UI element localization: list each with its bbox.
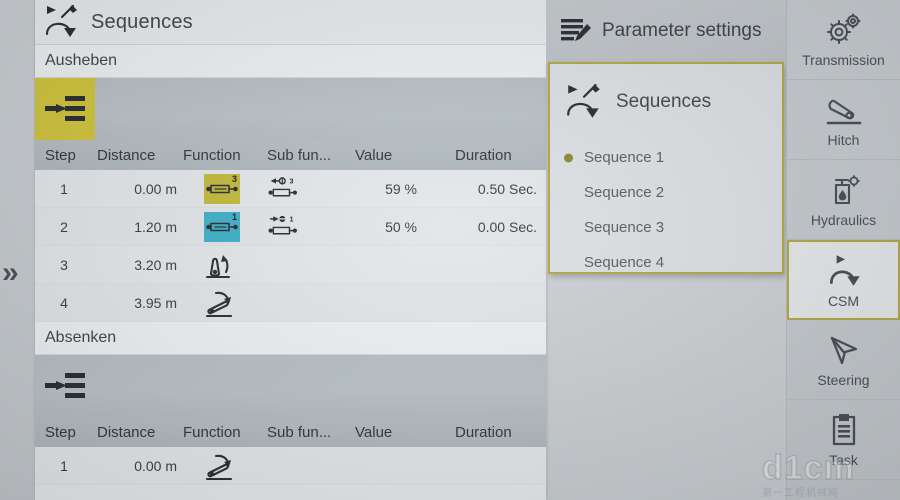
sidebar-item-label: Transmission bbox=[802, 52, 885, 68]
gears-icon bbox=[824, 11, 864, 49]
sidebar-item-label: Steering bbox=[817, 372, 870, 388]
function-index: 3 bbox=[231, 173, 237, 184]
group-label-raise: Ausheben bbox=[35, 45, 546, 78]
col-duration: Duration bbox=[455, 423, 512, 441]
col-step: Step bbox=[45, 423, 76, 441]
cell-distance: 0.00 m bbox=[134, 457, 177, 474]
col-function: Function bbox=[183, 146, 241, 164]
sidebar-item-label: Task bbox=[829, 452, 858, 468]
table-row[interactable]: 3 3.20 m bbox=[35, 246, 546, 284]
sidebar-item-steering[interactable]: Steering bbox=[787, 320, 900, 400]
sequence-item-label: Sequence 2 bbox=[584, 184, 665, 201]
col-duration: Duration bbox=[455, 146, 512, 164]
sequence-list-item-3[interactable]: Sequence 3 bbox=[550, 210, 782, 245]
col-subfunction: Sub fun... bbox=[267, 146, 332, 164]
hitch-lower-icon bbox=[205, 288, 239, 318]
sidebar-item-label: Hydraulics bbox=[810, 212, 877, 228]
sidebar-item-label: CSM bbox=[827, 292, 860, 309]
table-row[interactable]: 4 3.95 m bbox=[35, 284, 546, 322]
cell-step: 2 bbox=[60, 218, 68, 235]
cell-step: 3 bbox=[60, 256, 68, 273]
cell-function[interactable] bbox=[183, 250, 261, 280]
col-step: Step bbox=[45, 146, 76, 164]
col-value: Value bbox=[355, 423, 393, 441]
col-distance: Distance bbox=[97, 423, 156, 441]
sidebar-item-transmission[interactable]: Transmission bbox=[787, 0, 900, 80]
insert-step-icon[interactable] bbox=[35, 355, 95, 417]
col-distance: Distance bbox=[97, 146, 156, 164]
sidebar-item-hitch[interactable]: Hitch bbox=[787, 80, 900, 160]
selected-bullet-icon bbox=[564, 153, 573, 162]
cell-subfunction[interactable]: 1 bbox=[261, 212, 353, 242]
cell-subfunction[interactable]: 3 bbox=[261, 174, 353, 204]
table-row[interactable]: 1 0.00 m bbox=[35, 447, 546, 485]
steering-pointer-icon bbox=[824, 331, 864, 369]
page-title: Sequences bbox=[91, 10, 193, 33]
hydraulic-cylinder-icon: 1 bbox=[204, 211, 240, 242]
double-chevron-right-icon[interactable]: » bbox=[2, 258, 19, 288]
function-index: 1 bbox=[231, 211, 237, 222]
table-row[interactable]: 2 1.20 m 1 1 50 % 0.00 Sec. bbox=[35, 208, 546, 246]
sequence-arrow-icon bbox=[824, 252, 864, 290]
sidebar-item-task[interactable]: Task bbox=[787, 400, 900, 480]
cell-duration: 0.00 Sec. bbox=[477, 218, 537, 235]
sequence-edit-icon bbox=[564, 83, 604, 121]
left-rail: » bbox=[0, 0, 34, 500]
cell-distance: 3.20 m bbox=[134, 256, 177, 273]
col-subfunction: Sub fun... bbox=[267, 423, 332, 441]
right-sidebar: Transmission Hitch Hydraulics CSM Steeri… bbox=[786, 0, 900, 500]
panel-title-bar: Sequences bbox=[35, 0, 546, 45]
cylinder-extend-icon: 1 bbox=[267, 212, 303, 242]
cell-distance: 0.00 m bbox=[134, 180, 177, 197]
table-row[interactable]: 1 0.00 m 3 3 59 % 0.50 Sec. bbox=[35, 170, 546, 208]
cell-step: 1 bbox=[60, 457, 68, 474]
table-header-raise: Step Distance Function Sub fun... Value … bbox=[35, 140, 546, 170]
cell-function[interactable]: 3 bbox=[183, 173, 261, 204]
sequence-list-item-4[interactable]: Sequence 4 bbox=[550, 245, 782, 280]
svg-text:3: 3 bbox=[290, 176, 294, 185]
col-function: Function bbox=[183, 423, 241, 441]
table-header-lower: Step Distance Function Sub fun... Value … bbox=[35, 417, 546, 447]
cell-function[interactable] bbox=[183, 288, 261, 318]
cell-step: 1 bbox=[60, 180, 68, 197]
svg-text:1: 1 bbox=[290, 214, 294, 223]
cylinder-retract-icon: 3 bbox=[267, 174, 303, 204]
hitch-raise-icon bbox=[205, 250, 239, 280]
cell-value: 59 % bbox=[385, 180, 417, 197]
parameter-settings-title: Parameter settings bbox=[602, 20, 762, 41]
cell-duration: 0.50 Sec. bbox=[477, 180, 537, 197]
sequences-popup-header: Sequences bbox=[550, 64, 782, 140]
sequence-list-item-1[interactable]: Sequence 1 bbox=[550, 140, 782, 175]
hitch-arm-icon bbox=[823, 91, 865, 129]
cell-step: 4 bbox=[60, 294, 68, 311]
hydraulic-tank-icon bbox=[824, 171, 864, 209]
sequence-list-item-2[interactable]: Sequence 2 bbox=[550, 175, 782, 210]
sequence-item-label: Sequence 1 bbox=[584, 149, 665, 166]
hitch-lower-icon bbox=[205, 451, 239, 481]
sequences-popup-title: Sequences bbox=[616, 91, 712, 112]
cell-distance: 1.20 m bbox=[134, 218, 177, 235]
toolbar-lower bbox=[35, 355, 546, 417]
device-screen: » Sequences Ausheben Step Distance Funct… bbox=[0, 0, 900, 500]
cell-function[interactable] bbox=[183, 451, 261, 481]
sequence-item-label: Sequence 3 bbox=[584, 219, 665, 236]
insert-step-icon[interactable] bbox=[35, 78, 95, 140]
cell-distance: 3.95 m bbox=[134, 294, 177, 311]
sidebar-item-csm[interactable]: CSM bbox=[787, 240, 900, 320]
group-label-lower: Absenken bbox=[35, 322, 546, 355]
sequence-item-label: Sequence 4 bbox=[584, 254, 665, 271]
document-edit-icon bbox=[558, 15, 592, 47]
hydraulic-cylinder-icon: 3 bbox=[204, 173, 240, 204]
parameter-settings-header[interactable]: Parameter settings bbox=[546, 0, 786, 62]
sequences-main-panel: Sequences Ausheben Step Distance Functio… bbox=[34, 0, 546, 500]
clipboard-icon bbox=[826, 411, 862, 449]
cell-value: 50 % bbox=[385, 218, 417, 235]
cell-function[interactable]: 1 bbox=[183, 211, 261, 242]
sidebar-item-label: Hitch bbox=[827, 132, 860, 148]
sequences-popup: Sequences Sequence 1 Sequence 2 Sequence… bbox=[548, 62, 784, 274]
sequence-edit-icon bbox=[43, 4, 81, 40]
col-value: Value bbox=[355, 146, 393, 164]
toolbar-raise bbox=[35, 78, 546, 140]
sidebar-item-hydraulics[interactable]: Hydraulics bbox=[787, 160, 900, 240]
